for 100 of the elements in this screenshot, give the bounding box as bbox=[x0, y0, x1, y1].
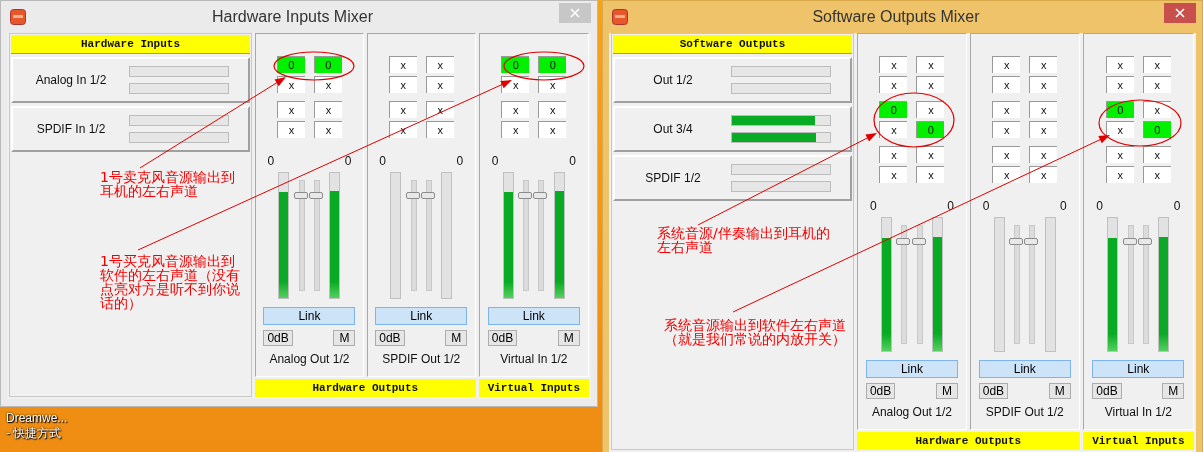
matrix-cell[interactable]: x bbox=[1029, 56, 1058, 73]
channel-label: Virtual In 1/2 bbox=[500, 352, 568, 366]
link-button[interactable]: Link bbox=[1092, 360, 1185, 378]
app-icon bbox=[10, 9, 26, 25]
mute-button[interactable]: M bbox=[333, 330, 356, 346]
matrix-cell[interactable]: x bbox=[1105, 56, 1134, 73]
fader-thumb[interactable] bbox=[533, 191, 548, 199]
zero-db-button[interactable]: 0dB bbox=[1092, 383, 1122, 399]
matrix-cell[interactable]: x bbox=[1142, 146, 1171, 163]
matrix-cell[interactable]: 0 bbox=[313, 56, 342, 73]
matrix-cell[interactable]: x bbox=[538, 101, 567, 118]
fader-thumb[interactable] bbox=[911, 237, 926, 245]
matrix-cell[interactable]: 0 bbox=[501, 56, 530, 73]
matrix-cell[interactable]: x bbox=[501, 121, 530, 138]
matrix-cell[interactable]: x bbox=[1029, 76, 1058, 93]
matrix-cell[interactable]: 0 bbox=[879, 101, 908, 118]
matrix-cell[interactable]: x bbox=[1105, 166, 1134, 183]
matrix-cell[interactable]: x bbox=[879, 166, 908, 183]
mute-button[interactable]: M bbox=[935, 383, 958, 399]
fader-thumb[interactable] bbox=[405, 191, 420, 199]
link-button[interactable]: Link bbox=[978, 360, 1071, 378]
matrix-cell[interactable]: x bbox=[388, 76, 417, 93]
matrix-cell[interactable]: x bbox=[501, 101, 530, 118]
mute-button[interactable]: M bbox=[1048, 383, 1071, 399]
link-button[interactable]: Link bbox=[375, 307, 468, 325]
matrix-cell[interactable]: x bbox=[538, 121, 567, 138]
zero-db-button[interactable]: 0dB bbox=[263, 330, 293, 346]
fader-thumb[interactable] bbox=[1122, 237, 1137, 245]
matrix-cell[interactable]: x bbox=[916, 76, 945, 93]
matrix-cell[interactable]: 0 bbox=[538, 56, 567, 73]
matrix-cell[interactable]: x bbox=[1029, 121, 1058, 138]
fader-thumb[interactable] bbox=[1009, 237, 1024, 245]
matrix-cell[interactable]: x bbox=[1142, 56, 1171, 73]
matrix-cell[interactable]: x bbox=[425, 56, 454, 73]
matrix-cell[interactable]: x bbox=[992, 101, 1021, 118]
matrix-cell[interactable]: 0 bbox=[1105, 101, 1134, 118]
peak-label: 0 bbox=[947, 199, 954, 213]
matrix-cell[interactable]: x bbox=[1029, 101, 1058, 118]
matrix-cell[interactable]: x bbox=[879, 76, 908, 93]
matrix-cell[interactable]: x bbox=[313, 121, 342, 138]
matrix-cell[interactable]: x bbox=[992, 76, 1021, 93]
fader-thumb[interactable] bbox=[518, 191, 533, 199]
peak-label: 0 bbox=[569, 154, 576, 168]
peak-label: 0 bbox=[1173, 199, 1181, 213]
channel-label: SPDIF Out 1/2 bbox=[382, 352, 461, 366]
channel-label: Analog Out 1/2 bbox=[269, 352, 350, 366]
matrix-cell[interactable]: x bbox=[879, 121, 908, 138]
matrix-cell[interactable]: x bbox=[388, 121, 417, 138]
fader-thumb[interactable] bbox=[293, 191, 308, 199]
matrix-cell[interactable]: x bbox=[992, 166, 1021, 183]
matrix-cell[interactable]: x bbox=[388, 56, 417, 73]
matrix-cell[interactable]: x bbox=[313, 76, 342, 93]
matrix-cell[interactable]: x bbox=[1029, 166, 1058, 183]
matrix-cell[interactable]: x bbox=[1142, 101, 1171, 118]
matrix-cell[interactable]: x bbox=[1142, 166, 1171, 183]
matrix-cell[interactable]: x bbox=[992, 56, 1021, 73]
zero-db-button[interactable]: 0dB bbox=[487, 330, 518, 346]
matrix-cell[interactable]: x bbox=[879, 56, 908, 73]
fader-thumb[interactable] bbox=[309, 191, 324, 199]
zero-db-button[interactable]: 0dB bbox=[865, 383, 896, 399]
matrix-cell[interactable]: x bbox=[992, 121, 1021, 138]
matrix-cell[interactable]: x bbox=[425, 101, 454, 118]
fader-thumb[interactable] bbox=[420, 191, 435, 199]
zero-db-button[interactable]: 0dB bbox=[978, 383, 1009, 399]
matrix-cell[interactable]: 0 bbox=[1142, 121, 1171, 138]
matrix-cell[interactable]: x bbox=[1142, 76, 1171, 93]
matrix-cell[interactable]: x bbox=[1105, 146, 1134, 163]
mute-button[interactable]: M bbox=[557, 330, 580, 346]
matrix-cell[interactable]: x bbox=[276, 121, 305, 138]
matrix-cell[interactable]: x bbox=[916, 146, 945, 163]
matrix-cell[interactable]: x bbox=[1029, 146, 1058, 163]
matrix-cell[interactable]: x bbox=[425, 76, 454, 93]
matrix-cell[interactable]: x bbox=[916, 101, 945, 118]
matrix-cell[interactable]: x bbox=[916, 56, 945, 73]
channel-label: Virtual In 1/2 bbox=[1104, 405, 1172, 419]
close-button[interactable] bbox=[1164, 3, 1196, 23]
matrix-cell[interactable]: x bbox=[992, 146, 1021, 163]
fader-thumb[interactable] bbox=[896, 237, 911, 245]
fader-thumb[interactable] bbox=[1138, 237, 1152, 245]
matrix-cell[interactable]: x bbox=[1105, 121, 1134, 138]
fader-thumb[interactable] bbox=[1024, 237, 1039, 245]
matrix-cell[interactable]: x bbox=[276, 101, 305, 118]
link-button[interactable]: Link bbox=[865, 360, 958, 378]
matrix-cell[interactable]: 0 bbox=[276, 56, 305, 73]
link-button[interactable]: Link bbox=[487, 307, 580, 325]
peak-label: 0 bbox=[1060, 199, 1067, 213]
matrix-cell[interactable]: x bbox=[313, 101, 342, 118]
matrix-cell[interactable]: x bbox=[388, 101, 417, 118]
annotation-text: 系统音源输出到软件左右声道（就是我们常说的内放开关） bbox=[664, 318, 847, 346]
matrix-cell[interactable]: x bbox=[879, 146, 908, 163]
matrix-cell[interactable]: 0 bbox=[916, 121, 945, 138]
matrix-cell[interactable]: x bbox=[1105, 76, 1134, 93]
mute-button[interactable]: M bbox=[1162, 383, 1185, 399]
zero-db-button[interactable]: 0dB bbox=[375, 330, 405, 346]
matrix-cell[interactable]: x bbox=[425, 121, 454, 138]
annotation-text: 1号买克风音源输出到软件的左右声道（没有点亮对方是听不到你说话的） bbox=[100, 254, 240, 310]
mute-button[interactable]: M bbox=[445, 330, 468, 346]
link-button[interactable]: Link bbox=[263, 307, 356, 325]
matrix-cell[interactable]: x bbox=[916, 166, 945, 183]
matrix-cell[interactable]: x bbox=[538, 76, 567, 93]
